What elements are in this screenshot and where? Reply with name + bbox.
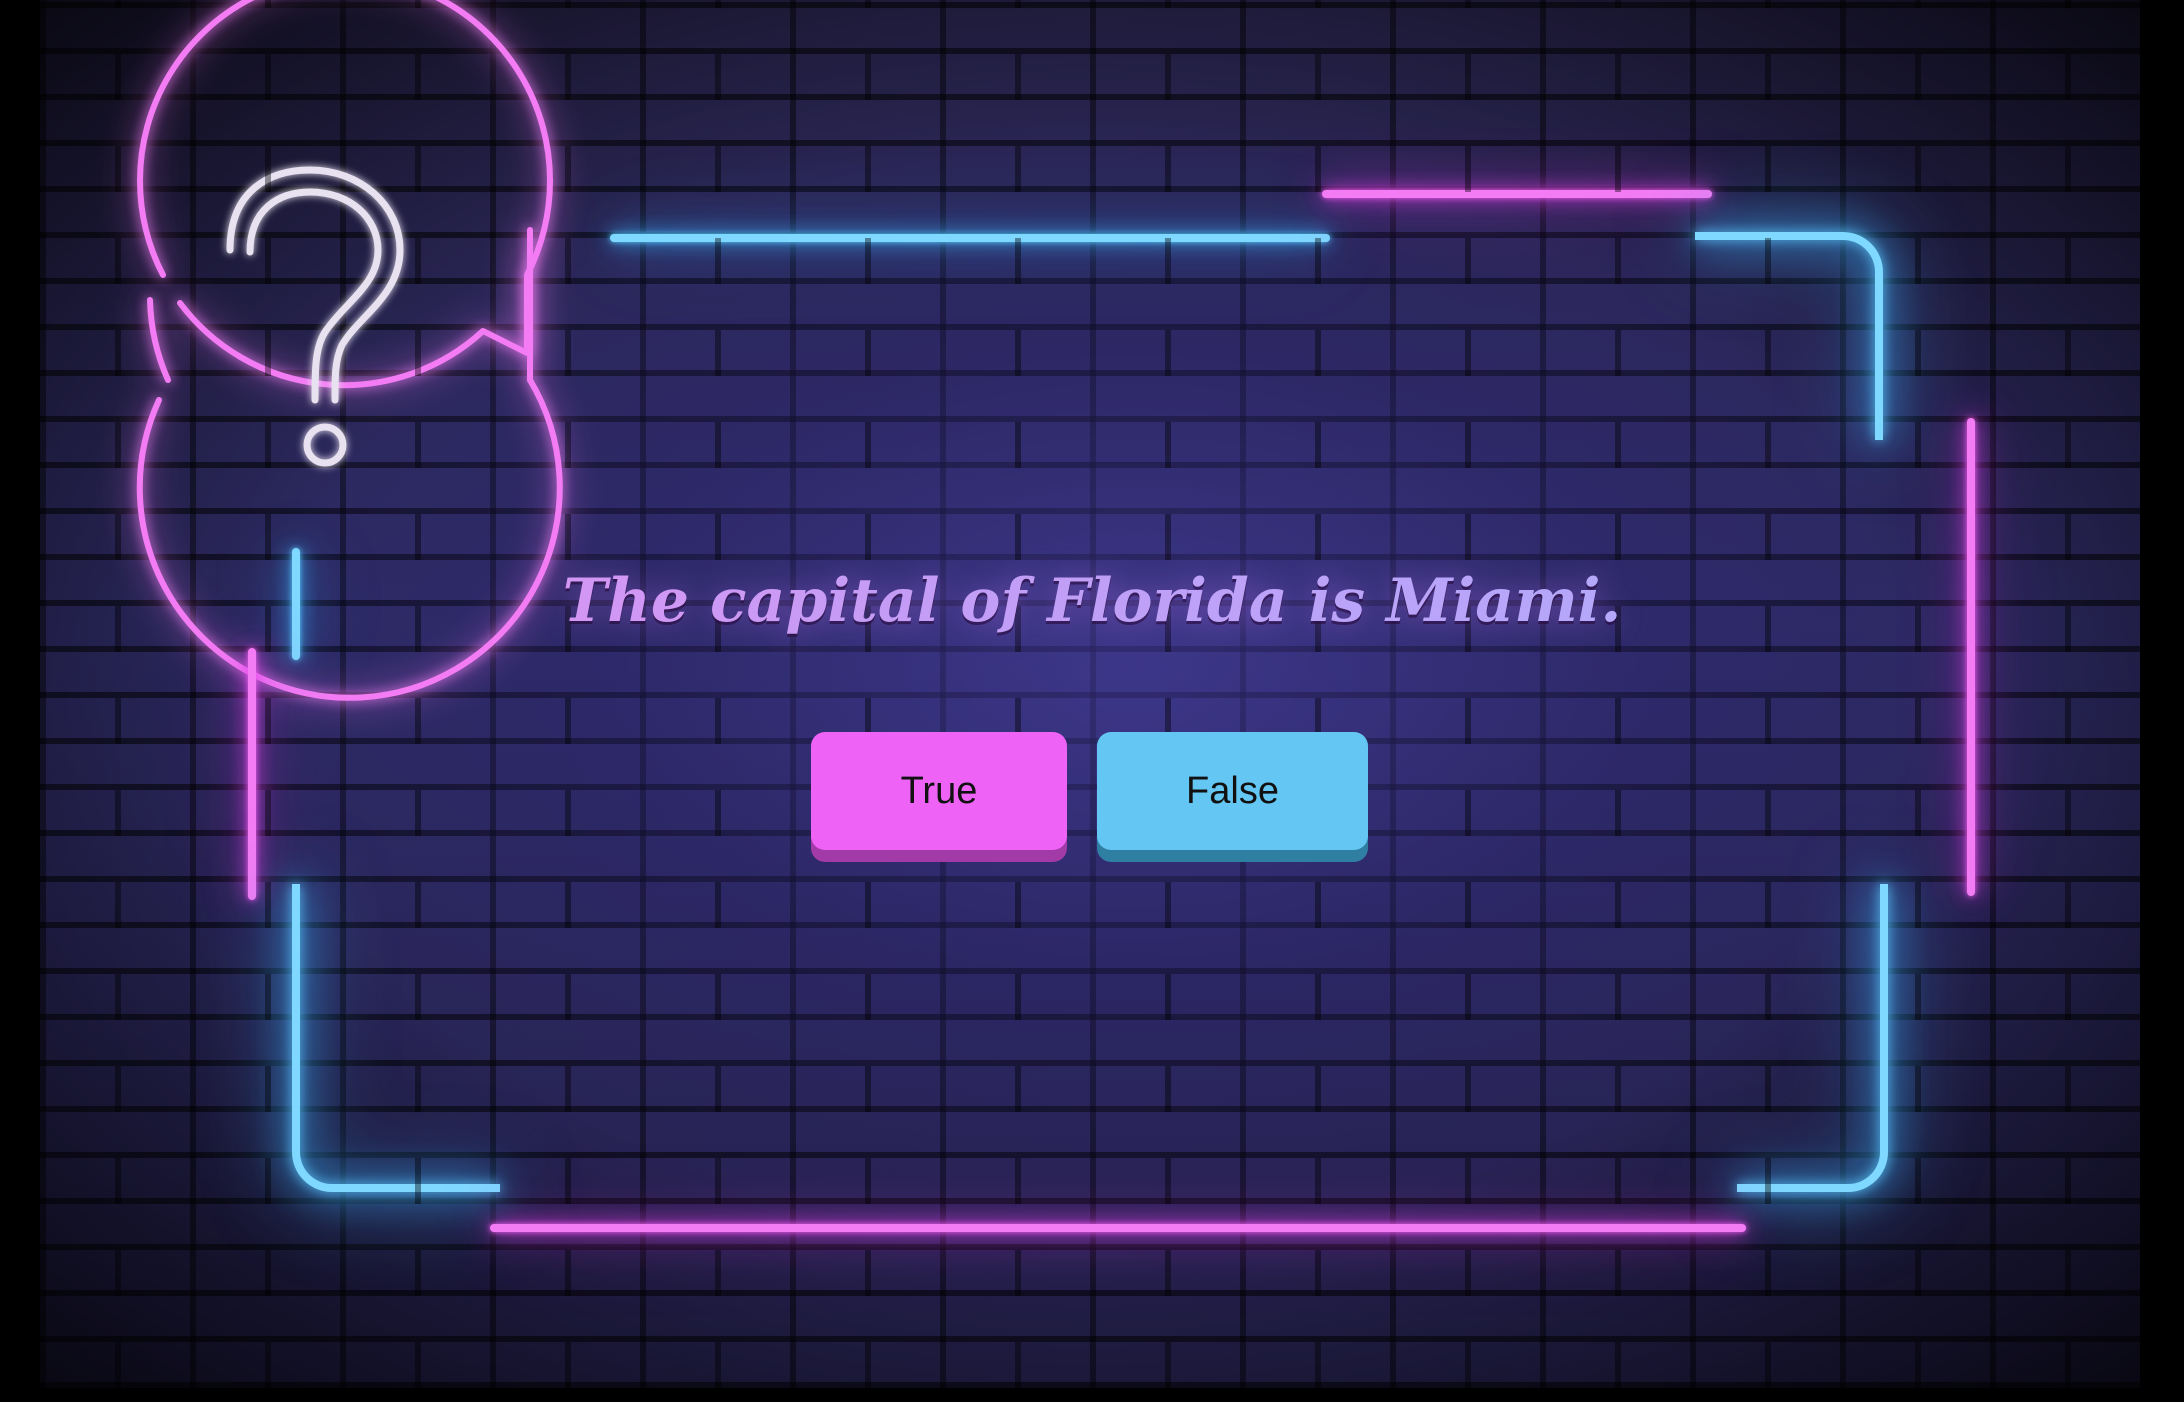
neon-frame-corner-top-right [1695, 232, 1883, 440]
neon-frame-bottom-pink [490, 1224, 1746, 1232]
neon-frame-corner-bottom-right [1737, 884, 1888, 1192]
game-board [40, 0, 2140, 1388]
neon-frame-corner-bottom-left [292, 884, 500, 1192]
neon-frame-top-right-pink [1322, 190, 1712, 198]
neon-frame-right-pink [1967, 418, 1975, 896]
neon-frame-top-left [610, 234, 1330, 242]
bottom-edge [0, 1388, 2184, 1402]
false-button[interactable]: False [1097, 732, 1368, 850]
true-button[interactable]: True [811, 732, 1067, 850]
question-text: The capital of Florida is Miami. [0, 556, 2184, 646]
neon-frame-left-pink [248, 648, 256, 900]
question-mark-speech-bubble-icon [136, 0, 563, 701]
